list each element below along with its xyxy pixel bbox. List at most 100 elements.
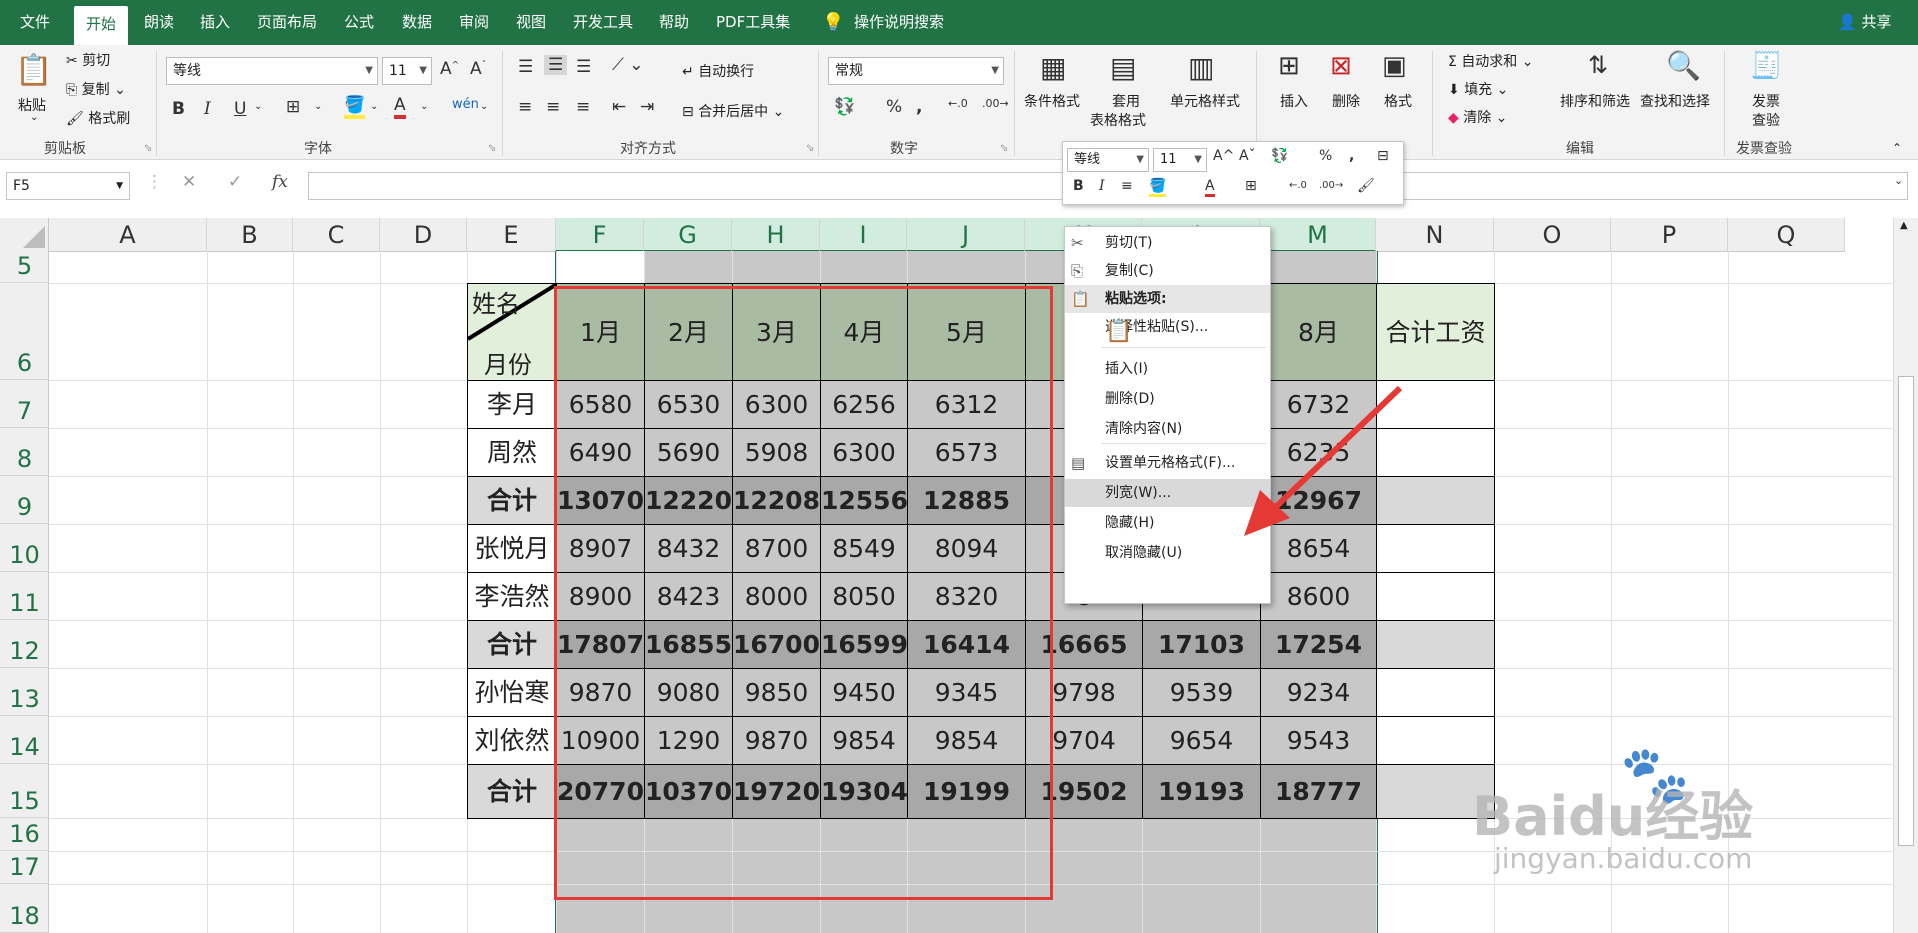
borders-icon[interactable]: ⊞ [1245, 178, 1257, 194]
name-box[interactable]: F5 ▼ [6, 172, 130, 200]
column-header-D[interactable]: D [380, 218, 467, 252]
conditional-format-button[interactable]: 条件格式 [1024, 91, 1080, 111]
underline-button[interactable]: U [234, 99, 246, 119]
context-menu-item[interactable]: ⎘ 复制(C) [1065, 257, 1270, 285]
insert-cells-button[interactable]: 插入 [1280, 91, 1308, 111]
tab-审阅[interactable]: 审阅 [459, 0, 489, 45]
conditional-format-icon[interactable]: ▦ [1040, 51, 1066, 84]
value-cell[interactable]: 8600 [1260, 572, 1377, 621]
corner-header-cell[interactable]: 姓名 月份 [467, 283, 557, 381]
active-cell-f5[interactable] [556, 251, 644, 283]
cell-styles-button[interactable]: 单元格样式 [1170, 91, 1240, 111]
comma-style-icon[interactable]: , [1349, 148, 1354, 164]
context-menu-item[interactable]: 插入(I) [1065, 355, 1270, 383]
context-menu-item[interactable]: 选择性粘贴(S)... [1065, 313, 1270, 341]
enter-icon[interactable]: ✓ [228, 172, 242, 192]
bold-button[interactable]: B [1073, 178, 1084, 194]
select-all-corner[interactable] [0, 218, 49, 252]
format-painter-button[interactable]: 🖌 格式刷 [66, 108, 130, 128]
value-cell[interactable]: 9539 [1142, 668, 1261, 717]
value-cell[interactable]: 19193 [1142, 764, 1261, 819]
scroll-thumb[interactable] [1898, 376, 1914, 846]
tab-公式[interactable]: 公式 [344, 0, 374, 45]
column-header-N[interactable]: N [1376, 218, 1494, 252]
row-header-10[interactable]: 10 [0, 524, 49, 572]
vertical-scrollbar[interactable]: ▲ [1893, 218, 1918, 933]
insert-function-icon[interactable]: fx [272, 172, 288, 192]
column-header-J[interactable]: J [907, 218, 1025, 252]
find-select-button[interactable]: 查找和选择 [1640, 91, 1710, 111]
name-cell[interactable]: 周然 [467, 428, 557, 477]
percent-style-icon[interactable]: % [1319, 148, 1332, 164]
format-cells-button[interactable]: 格式 [1384, 91, 1412, 111]
column-header-Q[interactable]: Q [1728, 218, 1845, 252]
collapse-ribbon-icon[interactable]: ⌃ [1892, 141, 1902, 155]
name-cell[interactable]: 孙怡寒 [467, 668, 557, 717]
orientation-icon[interactable]: ⟋ ⌄ [612, 55, 644, 75]
value-cell[interactable]: 17103 [1142, 620, 1261, 669]
merge-center-button[interactable]: ⊟ 合并后居中 ⌄ [682, 101, 784, 121]
fill-dropdown-icon[interactable]: ⌄ [370, 101, 378, 112]
indent-increase-icon[interactable]: ⇥ [640, 97, 654, 117]
shrink-font-icon[interactable]: Aˇ [470, 59, 486, 79]
column-header-P[interactable]: P [1611, 218, 1728, 252]
align-left-icon[interactable]: ≡ [518, 97, 532, 117]
delete-cells-icon[interactable]: ⊠ [1330, 51, 1352, 81]
font-name-select[interactable]: 等线 ▼ [166, 57, 378, 85]
tab-页面布局[interactable]: 页面布局 [257, 0, 317, 45]
row-header-15[interactable]: 15 [0, 764, 49, 818]
row-header-5[interactable]: 5 [0, 251, 49, 283]
row-header-13[interactable]: 13 [0, 668, 49, 716]
value-cell[interactable]: 17254 [1260, 620, 1377, 669]
total-cell[interactable] [1376, 620, 1495, 669]
phonetic-dropdown-icon[interactable]: ⌄ [480, 101, 488, 112]
column-header-B[interactable]: B [207, 218, 293, 252]
value-cell[interactable]: 18777 [1260, 764, 1377, 819]
sort-filter-button[interactable]: 排序和筛选 [1560, 91, 1630, 111]
row-header-6[interactable]: 6 [0, 283, 49, 380]
decrease-decimal-icon[interactable]: .00→ [1319, 180, 1343, 191]
align-middle-icon[interactable]: ☰ [544, 55, 568, 75]
name-cell[interactable]: 合计 [467, 476, 557, 525]
font-color-icon[interactable]: A [394, 95, 406, 119]
value-cell[interactable]: 9654 [1142, 716, 1261, 765]
context-menu-item[interactable]: 取消隐藏(U) [1065, 539, 1270, 567]
total-cell[interactable] [1376, 668, 1495, 717]
column-header-M[interactable]: M [1260, 218, 1376, 252]
underline-dropdown-icon[interactable]: ⌄ [254, 101, 262, 112]
format-as-table-line2[interactable]: 表格格式 [1090, 110, 1146, 130]
cell-styles-icon[interactable]: ▥ [1188, 51, 1214, 84]
center-icon[interactable]: ≡ [1121, 178, 1133, 194]
column-header-O[interactable]: O [1494, 218, 1611, 252]
brush-icon[interactable]: 🖌 [1357, 178, 1375, 194]
name-cell[interactable]: 李月 [467, 380, 557, 429]
name-cell[interactable]: 合计 [467, 764, 557, 819]
wrap-text-button[interactable]: ↵ 自动换行 [682, 61, 754, 81]
column-header-E[interactable]: E [467, 218, 556, 252]
cut-button[interactable]: ✂ 剪切 [66, 50, 110, 70]
insert-cells-icon[interactable]: ⊞ [1278, 51, 1300, 81]
row-header-9[interactable]: 9 [0, 476, 49, 524]
comma-style-icon[interactable]: , [916, 97, 922, 117]
row-header-18[interactable]: 18 [0, 884, 49, 933]
tab-数据[interactable]: 数据 [402, 0, 432, 45]
bold-button[interactable]: B [172, 99, 185, 119]
invoice-icon[interactable]: 🧾 [1750, 51, 1782, 81]
share-button[interactable]: 👤 共享 [1838, 0, 1891, 45]
accounting-format-icon[interactable]: 💱 [834, 97, 855, 117]
tab-文件[interactable]: 文件 [20, 0, 50, 45]
total-salary-header[interactable]: 合计工资 [1376, 283, 1495, 381]
cancel-icon[interactable]: ✕ [182, 172, 196, 192]
context-menu-item[interactable]: ✂ 剪切(T) [1065, 229, 1270, 257]
tab-开发工具[interactable]: 开发工具 [573, 0, 633, 45]
italic-button[interactable]: I [1099, 178, 1105, 194]
mini-size-select[interactable]: 11 ▼ [1153, 148, 1207, 172]
row-header-8[interactable]: 8 [0, 428, 49, 476]
tab-操作说明搜索[interactable]: 操作说明搜索 [854, 0, 944, 45]
total-cell[interactable] [1376, 572, 1495, 621]
name-cell[interactable]: 李浩然 [467, 572, 557, 621]
row-header-17[interactable]: 17 [0, 851, 49, 884]
name-cell[interactable]: 合计 [467, 620, 557, 669]
value-cell[interactable]: 9234 [1260, 668, 1377, 717]
sort-filter-icon[interactable]: ⇅ [1588, 51, 1608, 79]
